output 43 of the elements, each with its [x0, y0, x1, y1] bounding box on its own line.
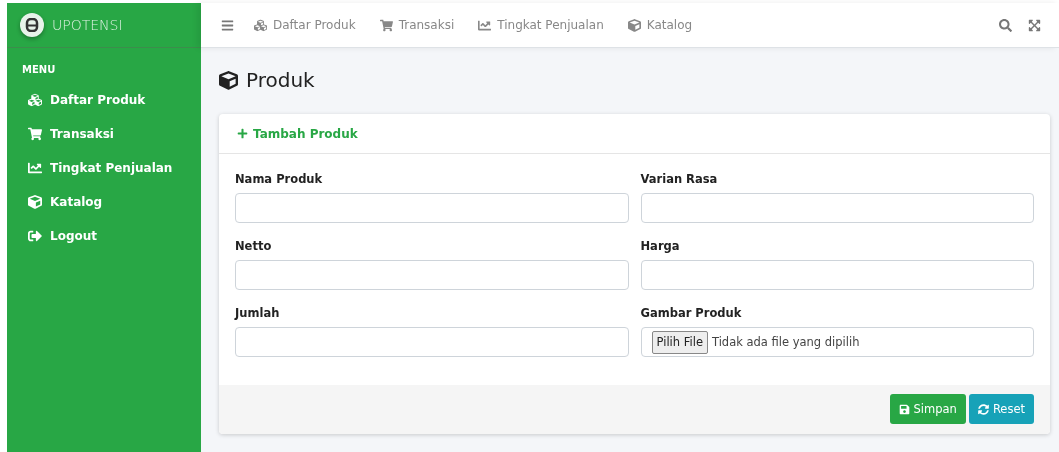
input-field[interactable] — [235, 260, 629, 290]
field-label: Jumlah — [235, 306, 281, 320]
logo-icon — [20, 13, 44, 37]
chart-icon — [478, 18, 492, 32]
input-field[interactable] — [235, 327, 629, 357]
nav-link[interactable]: Tingkat Penjualan — [466, 18, 616, 32]
logout-icon — [28, 229, 42, 243]
input-field[interactable] — [640, 193, 1034, 223]
cart-icon — [379, 18, 393, 32]
cubes-icon — [28, 93, 42, 107]
sidebar-item[interactable]: Katalog — [7, 185, 201, 219]
chart-icon — [28, 161, 42, 175]
reset-button[interactable]: Reset — [968, 394, 1034, 424]
field-label: Harga — [640, 239, 681, 253]
field-label: Varian Rasa — [640, 172, 719, 186]
cart-icon — [28, 127, 42, 141]
sidebar-item[interactable]: Logout — [7, 219, 201, 253]
file-field[interactable]: Pilih File Tidak ada file yang dipilih — [640, 327, 1034, 357]
sidebar-item[interactable]: Daftar Produk — [7, 83, 201, 117]
cube-icon — [219, 70, 238, 90]
choose-file-button[interactable]: Pilih File — [651, 330, 708, 354]
cubes-icon — [254, 18, 267, 32]
menu-heading: MENU — [21, 63, 57, 77]
brand-name: UPOTENSI — [52, 17, 123, 33]
nav-link[interactable]: Daftar Produk — [242, 18, 368, 32]
save-button[interactable]: Simpan — [889, 394, 966, 424]
field-label: Netto — [235, 239, 273, 253]
refresh-icon — [977, 403, 989, 415]
sidebar-item[interactable]: Transaksi — [7, 117, 201, 151]
card-title: Tambah Produk — [253, 126, 358, 141]
cube-icon — [627, 18, 641, 32]
field-label: Gambar Produk — [640, 306, 743, 320]
file-status: Tidak ada file yang dipilih — [711, 335, 860, 349]
input-field[interactable] — [235, 193, 629, 223]
page-title: Produk — [246, 68, 315, 92]
sidebar-item[interactable]: Tingkat Penjualan — [7, 151, 201, 185]
floppy-icon — [898, 403, 910, 415]
nav-link[interactable]: Katalog — [615, 18, 705, 32]
input-field[interactable] — [640, 260, 1034, 290]
nav-link[interactable]: Transaksi — [367, 18, 467, 32]
field-label: Nama Produk — [235, 172, 324, 186]
plus-icon — [237, 128, 248, 139]
cube-icon — [28, 195, 42, 209]
